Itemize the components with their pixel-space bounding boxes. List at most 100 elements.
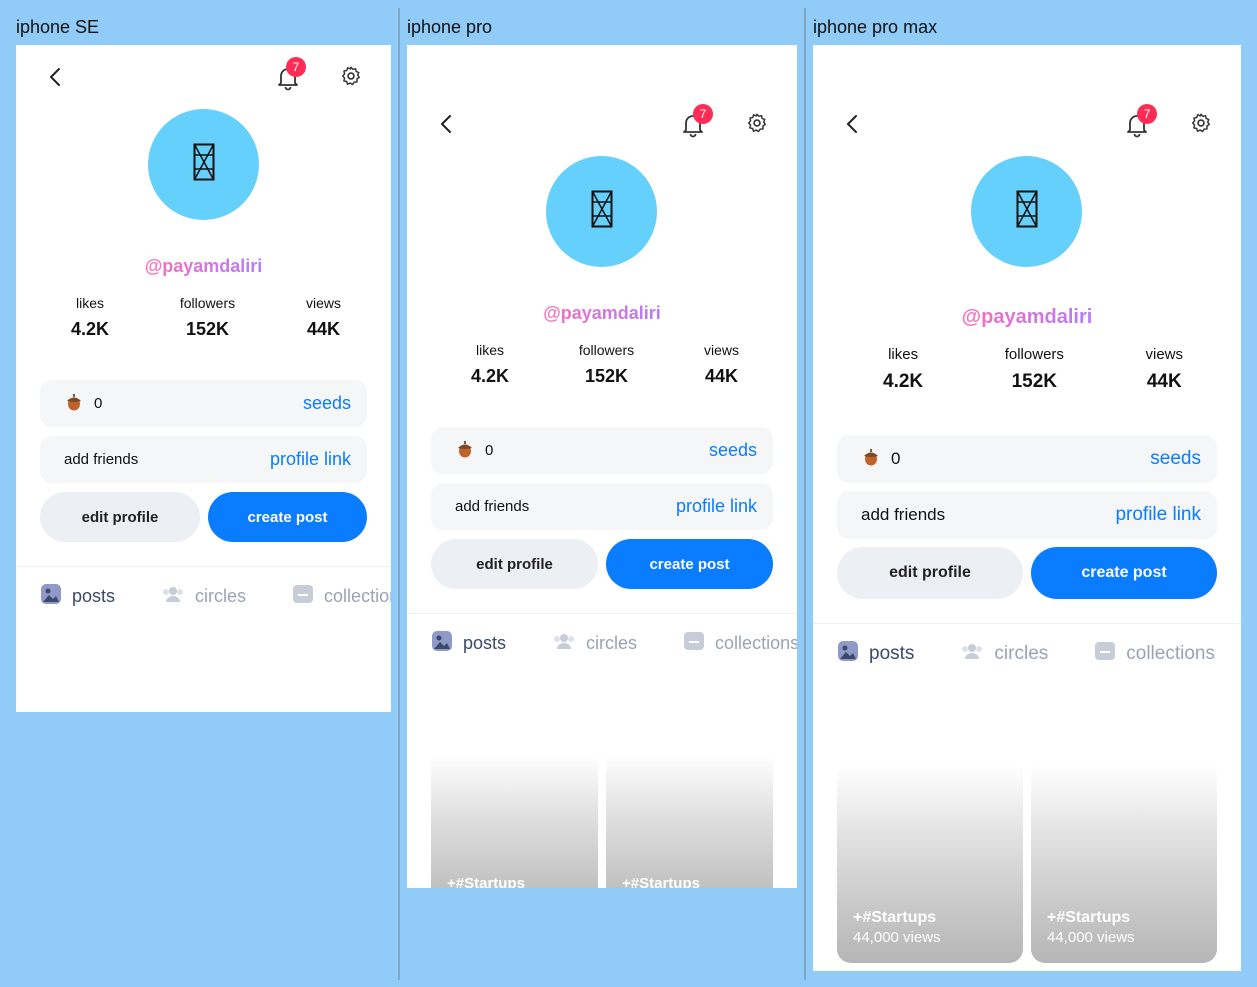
tab-label: posts	[72, 586, 116, 606]
gear-icon[interactable]	[746, 112, 768, 139]
tab-circles[interactable]: circles	[552, 632, 637, 655]
tab-circles[interactable]: circles	[161, 585, 246, 608]
tab-posts[interactable]: posts	[431, 630, 506, 657]
seeds-link[interactable]: seeds	[709, 440, 757, 461]
edit-profile-button[interactable]: edit profile	[431, 539, 598, 589]
acorn-icon	[64, 392, 84, 416]
divider	[813, 623, 1241, 624]
posts-image-icon	[837, 640, 859, 668]
add-friends-label: add friends	[455, 498, 530, 515]
stat-value: 44K	[306, 319, 340, 339]
post-tag: +#Startups	[622, 875, 700, 888]
notification-badge: 7	[286, 57, 306, 77]
frame-label-se: iphone SE	[16, 17, 100, 37]
profile-tabs: posts circles collections	[431, 630, 797, 657]
stat-followers: followers 152K	[180, 295, 235, 340]
tab-label: circles	[195, 586, 247, 606]
tab-label: circles	[994, 643, 1049, 664]
avatar[interactable]	[971, 156, 1082, 267]
stat-value: 4.2K	[883, 371, 924, 392]
seeds-link[interactable]: seeds	[1150, 448, 1201, 470]
tab-collections[interactable]: collections	[1094, 641, 1215, 667]
avatar[interactable]	[148, 109, 259, 220]
stat-followers: followers 152K	[1005, 346, 1064, 393]
post-card[interactable]: +#Startups	[431, 755, 598, 888]
stat-likes: likes 4.2K	[883, 346, 923, 393]
profile-tabs: posts circles collections	[40, 583, 391, 610]
tab-collections[interactable]: collections	[683, 631, 797, 656]
phone-frame-pro: 7 @payamdaliri likes 4.2K followers 152K v…	[407, 45, 797, 888]
add-friends-label: add friends	[861, 505, 946, 524]
column-divider	[804, 8, 806, 980]
stat-label: followers	[1004, 346, 1064, 363]
stat-label: likes	[476, 342, 505, 358]
add-friends-row[interactable]: add friends profile link	[837, 491, 1217, 539]
tab-collections[interactable]: collections	[292, 584, 391, 609]
circles-people-icon	[161, 585, 185, 608]
gear-icon[interactable]	[1190, 112, 1212, 139]
seeds-row[interactable]: 0 seeds	[431, 427, 773, 474]
username-handle: @payamdaliri	[407, 303, 797, 324]
add-friends-row[interactable]: add friends profile link	[40, 436, 367, 483]
edit-profile-button[interactable]: edit profile	[837, 547, 1023, 599]
collections-folder-icon	[292, 584, 314, 609]
profile-link[interactable]: profile link	[270, 449, 351, 470]
stat-value: 152K	[185, 319, 230, 339]
divider	[16, 566, 391, 567]
create-post-button[interactable]: create post	[1031, 547, 1217, 599]
acorn-icon	[861, 447, 881, 472]
post-card[interactable]: +#Startups 44,000 views	[1031, 765, 1217, 963]
seeds-link[interactable]: seeds	[303, 393, 351, 414]
divider	[407, 613, 797, 614]
post-card[interactable]: +#Startups	[606, 755, 773, 888]
profile-link[interactable]: profile link	[676, 496, 757, 517]
post-tag: +#Startups	[447, 875, 525, 888]
stat-views: views 44K	[1145, 346, 1183, 393]
back-chevron-icon[interactable]	[845, 114, 861, 139]
username-handle: @payamdaliri	[16, 256, 391, 277]
stat-value: 4.2K	[71, 319, 110, 339]
profile-stats: likes 4.2K followers 152K views 44K	[71, 295, 341, 340]
create-post-button[interactable]: create post	[208, 492, 367, 542]
collections-folder-icon	[683, 631, 705, 656]
stat-value: 4.2K	[471, 366, 510, 386]
edit-profile-button[interactable]: edit profile	[40, 492, 200, 542]
tab-label: collections	[715, 633, 797, 653]
stat-followers: followers 152K	[579, 342, 634, 387]
stat-value: 152K	[1011, 371, 1058, 392]
avatar[interactable]	[546, 156, 657, 267]
column-divider	[398, 8, 400, 980]
post-tag: +#Startups	[1047, 909, 1131, 926]
notification-badge: 7	[1137, 104, 1157, 124]
gear-icon[interactable]	[340, 65, 362, 92]
avatar-placeholder-icon	[193, 143, 215, 186]
stat-label: likes	[76, 295, 105, 311]
create-post-button[interactable]: create post	[606, 539, 773, 589]
avatar-placeholder-icon	[1016, 190, 1038, 233]
circles-people-icon	[960, 642, 984, 666]
back-chevron-icon[interactable]	[439, 114, 455, 139]
add-friends-row[interactable]: add friends profile link	[431, 483, 773, 530]
tab-posts[interactable]: posts	[837, 640, 914, 668]
seeds-count: 0	[94, 395, 103, 412]
tab-circles[interactable]: circles	[960, 642, 1048, 666]
circles-people-icon	[552, 632, 576, 655]
post-tag: +#Startups	[853, 909, 937, 926]
back-chevron-icon[interactable]	[48, 67, 64, 92]
post-card[interactable]: +#Startups 44,000 views	[837, 765, 1023, 963]
username-handle: @payamdaliri	[813, 306, 1241, 329]
acorn-icon	[455, 439, 475, 463]
stat-label: views	[1145, 346, 1183, 363]
profile-stats: likes 4.2K followers 152K views 44K	[471, 342, 739, 387]
seeds-row[interactable]: 0 seeds	[837, 435, 1217, 483]
stat-likes: likes 4.2K	[71, 295, 109, 340]
stat-label: followers	[179, 295, 236, 311]
stat-label: views	[305, 295, 341, 311]
post-views: 44,000 views	[853, 929, 941, 946]
add-friends-label: add friends	[64, 451, 139, 468]
profile-link[interactable]: profile link	[1115, 504, 1201, 526]
tab-posts[interactable]: posts	[40, 583, 115, 610]
seeds-row[interactable]: 0 seeds	[40, 380, 367, 427]
stat-value: 44K	[704, 366, 738, 386]
tab-label: collections	[324, 586, 391, 606]
